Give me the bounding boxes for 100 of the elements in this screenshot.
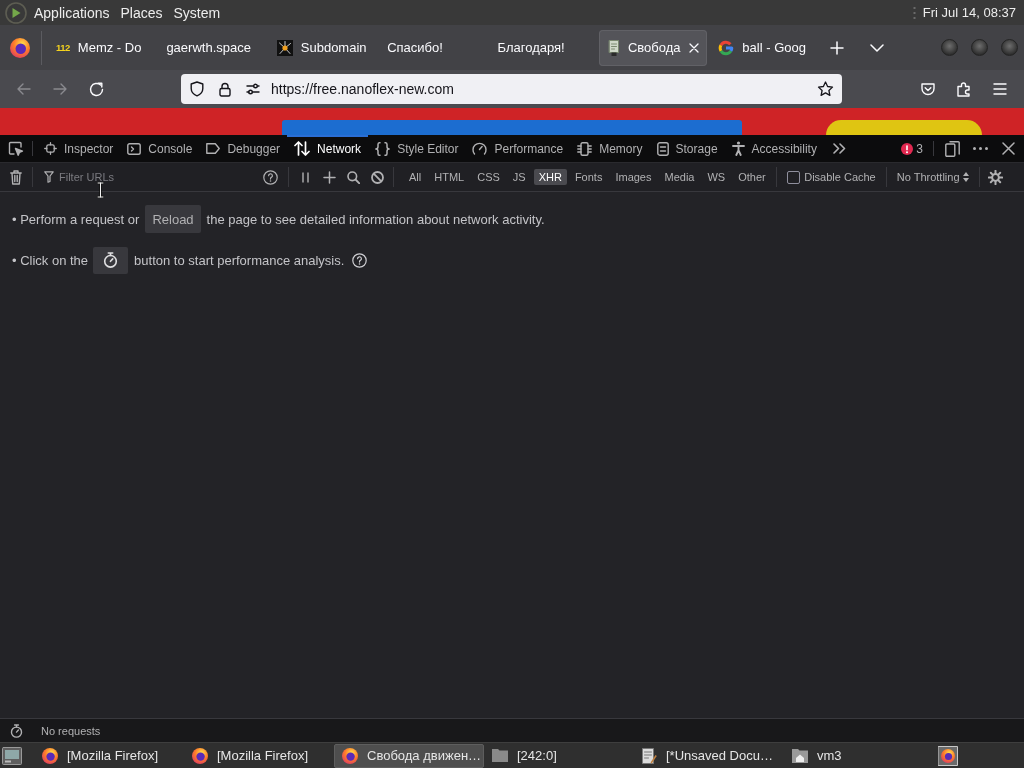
type-filter-button[interactable]: Media	[659, 169, 700, 185]
app-logo-icon	[42, 747, 58, 764]
inspector-icon	[44, 142, 57, 155]
plus-icon	[322, 170, 336, 184]
devtools-tab[interactable]: Inspector	[37, 135, 121, 162]
storage-icon	[656, 141, 669, 156]
browser-tab[interactable]: Благодаря!	[488, 29, 597, 66]
info-text: the page to see detailed information about network activity.	[206, 211, 545, 227]
document-icon	[607, 39, 620, 56]
taskbar-item[interactable]: [Mozilla Firefox]	[184, 743, 334, 768]
type-filter-button[interactable]: Images	[610, 169, 657, 185]
tag-icon	[206, 143, 221, 154]
taskbar-item[interactable]: vm3	[784, 743, 934, 768]
braces-icon	[375, 141, 391, 156]
shield-icon	[190, 81, 204, 97]
disable-cache-toggle[interactable]: Disable Cache	[787, 170, 876, 184]
devtools-tab[interactable]: Accessibility	[724, 135, 824, 162]
lock-icon	[219, 81, 231, 97]
devtools-tab[interactable]: Storage	[649, 135, 725, 162]
g-letter-icon	[718, 39, 735, 56]
panel-menu[interactable]: Applications	[34, 4, 110, 21]
window-control-button[interactable]	[971, 39, 988, 56]
devtools-tab[interactable]: Debugger	[199, 135, 288, 162]
window-control-button[interactable]	[941, 39, 958, 56]
filter-field[interactable]: Filter URLs	[59, 168, 258, 186]
drag-handle-icon	[912, 5, 916, 20]
stopwatch-button[interactable]	[93, 246, 129, 274]
devtools-tab[interactable]: Style Editor	[368, 135, 466, 162]
chip-icon	[577, 141, 593, 156]
checkbox[interactable]	[787, 170, 801, 184]
plus-icon	[829, 40, 844, 55]
browser-tab[interactable]: Свобода	[598, 29, 707, 66]
stopwatch-icon	[103, 252, 119, 268]
request-count-text: No requests	[41, 724, 101, 737]
address-field[interactable]: https://free.nanoflex-new.com	[181, 74, 842, 104]
search-icon	[346, 170, 360, 184]
double-chevron-icon	[833, 143, 847, 154]
settings-icon	[988, 169, 1004, 185]
help-icon[interactable]	[352, 252, 368, 268]
devtools-tab[interactable]: Memory	[570, 135, 650, 162]
arrow-left-icon	[17, 83, 31, 95]
arrow-right-icon	[53, 83, 67, 95]
info-text: • Click on the	[12, 252, 89, 268]
app-logo-icon	[192, 747, 208, 764]
stopwatch-icon	[9, 723, 23, 738]
dots-icon	[972, 147, 988, 150]
show-desktop-icon[interactable]	[2, 746, 22, 765]
gauge-icon	[472, 142, 488, 155]
type-filter-button[interactable]: Other	[733, 169, 771, 185]
browser-tab[interactable]: 112 Memz - Do	[47, 29, 155, 66]
type-filter-button[interactable]: All	[404, 169, 427, 185]
devtools-tab[interactable]: Network	[287, 135, 369, 162]
type-filter-button[interactable]: XHR	[533, 169, 567, 185]
type-filter-button[interactable]: CSS	[472, 169, 505, 185]
up-down-arrows-icon	[294, 141, 311, 156]
trash-icon	[10, 169, 22, 185]
reload-icon	[88, 81, 104, 97]
puzzle-icon	[957, 81, 971, 97]
close-icon[interactable]	[688, 42, 699, 53]
window-control-button[interactable]	[1001, 39, 1018, 56]
app-logo-icon[interactable]	[10, 37, 30, 58]
browser-tab[interactable]: gaerwth.space	[157, 29, 266, 66]
console-icon	[127, 142, 142, 155]
type-filter-button[interactable]: HTML	[429, 169, 470, 185]
folder-icon	[492, 749, 508, 762]
menu-icon	[993, 83, 1007, 95]
clock-text: Fri Jul 14, 08:37	[922, 5, 1016, 20]
star-icon[interactable]	[817, 81, 834, 97]
browser-tab[interactable]: Subdomain	[267, 29, 376, 66]
throttling-dropdown[interactable]: No Throttling	[890, 171, 975, 183]
home-folder-icon	[792, 748, 808, 763]
browser-tab[interactable]: ball - Goog	[709, 29, 818, 66]
info-text: • Perform a request or	[12, 211, 140, 227]
info-text: button to start performance analysis.	[134, 252, 345, 268]
chevron-down-icon	[869, 43, 884, 52]
text-cursor-icon	[97, 182, 104, 198]
dock-icon	[944, 140, 960, 157]
panel-menu[interactable]: System	[173, 4, 221, 21]
favicon-text: 112	[56, 42, 70, 53]
type-filter-button[interactable]: Fonts	[569, 169, 608, 185]
error-count-button[interactable]: 3	[895, 135, 929, 162]
pocket-icon	[921, 82, 935, 96]
taskbar-item[interactable]: [*Unsaved Docu…	[634, 743, 784, 768]
browser-tab[interactable]: Спасибо!	[378, 29, 487, 66]
devtools-tab[interactable]: Console	[120, 135, 200, 162]
panel-menu[interactable]: Places	[120, 4, 163, 21]
reload-button[interactable]: Reload	[145, 205, 201, 233]
taskbar-item[interactable]: [Mozilla Firefox]	[34, 743, 184, 768]
taskbar-item[interactable]: Свобода движен…	[334, 743, 484, 768]
play-ring-icon	[5, 1, 27, 24]
workspace-switcher[interactable]	[938, 745, 958, 766]
pause-icon	[301, 171, 309, 183]
help-icon[interactable]	[263, 169, 278, 185]
taskbar-item[interactable]: [242:0]	[484, 743, 634, 768]
error-icon	[901, 142, 914, 155]
type-filter-button[interactable]: JS	[507, 169, 531, 185]
type-filter-button[interactable]: WS	[702, 169, 731, 185]
devtools-tab[interactable]: Performance	[465, 135, 571, 162]
sliders-icon	[246, 83, 260, 95]
app-logo-icon	[342, 747, 358, 764]
